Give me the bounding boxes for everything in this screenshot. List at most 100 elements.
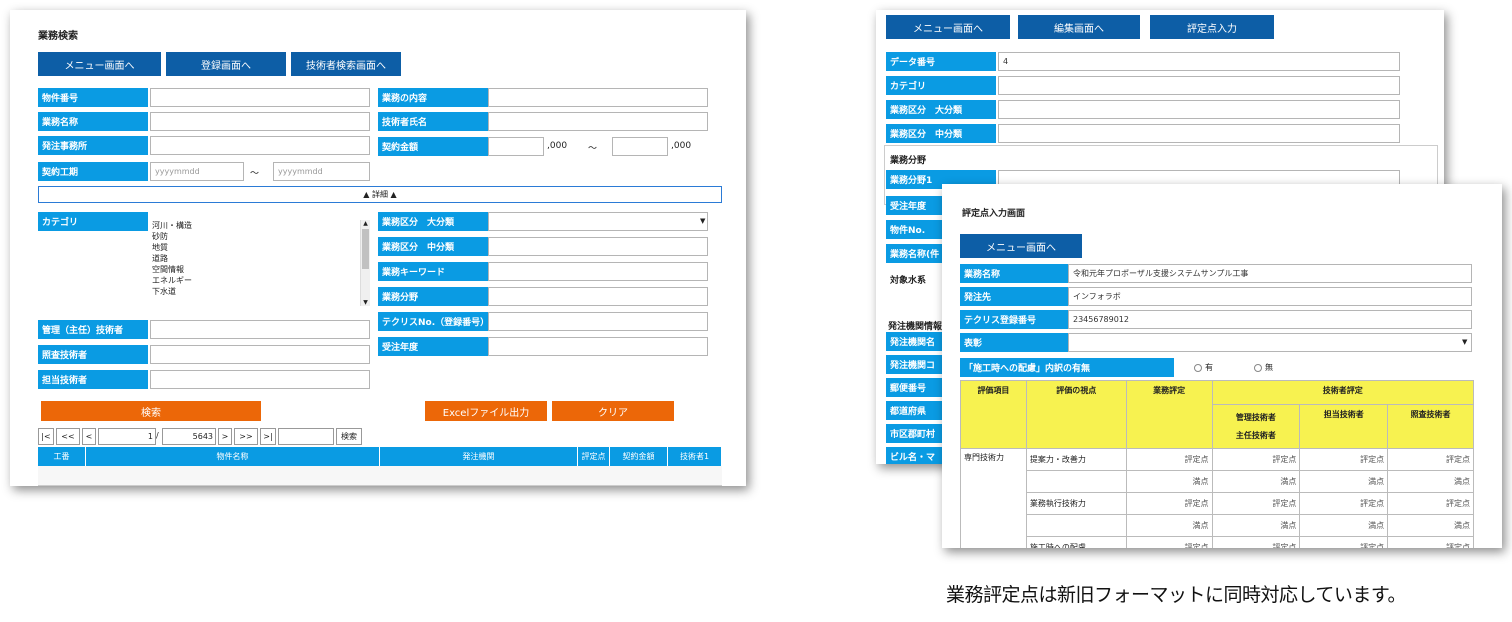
back-field-input[interactable] [998, 100, 1400, 119]
front-field-label: 発注先 [960, 287, 1068, 306]
score-cell[interactable]: 評定点 [1387, 492, 1474, 515]
right-field-input[interactable] [488, 262, 708, 281]
scroll-thumb[interactable] [362, 229, 369, 269]
clear-button[interactable]: クリア [552, 401, 674, 421]
col-ordering-agency[interactable]: 発注機関 [380, 447, 578, 466]
score-cell[interactable]: 満点 [1299, 514, 1389, 537]
th-engineer-eval: 技術者評定 [1211, 380, 1475, 405]
work-name-input[interactable] [150, 112, 370, 131]
right-field-label: 業務キーワード [378, 262, 488, 281]
score-cell[interactable]: 満点 [1125, 470, 1213, 493]
front-field-input[interactable]: 令和元年プロポーザル支援システムサンプル工事 [1068, 264, 1472, 283]
property-number-input[interactable] [150, 88, 370, 107]
detail-toggle[interactable]: ▲ 詳細 ▲ [38, 186, 722, 203]
score-cell[interactable]: 満点 [1211, 514, 1301, 537]
radio-no-icon[interactable] [1254, 363, 1262, 372]
score-cell[interactable]: 評定点 [1125, 492, 1213, 515]
right-field-input[interactable] [488, 212, 708, 231]
col-engineer1[interactable]: 技術者1 [668, 447, 722, 466]
scroll-down-icon[interactable]: ▼ [361, 299, 370, 306]
col-koban[interactable]: 工番 [38, 447, 86, 466]
register-button[interactable]: 登録画面へ [166, 52, 286, 76]
back-field-input[interactable] [998, 76, 1400, 95]
back-field-label: 業務区分 中分類 [886, 124, 996, 143]
edit-button[interactable]: 編集画面へ [1018, 15, 1140, 39]
pager-prev2[interactable]: << [56, 428, 80, 445]
score-cell[interactable]: 評定点 [1299, 492, 1389, 515]
score-cell[interactable]: 評定点 [1387, 448, 1474, 471]
category-option[interactable]: エネルギー [152, 275, 370, 286]
category-option[interactable]: 空間情報 [152, 264, 370, 275]
score-cell[interactable]: 評定点 [1125, 536, 1213, 548]
score-cell[interactable]: 評定点 [1387, 536, 1474, 548]
front-field-input[interactable] [1068, 333, 1472, 352]
category-listbox[interactable]: 河川・構造 砂防 地質 道路 空間情報 エネルギー 下水道 ▲ ▼ [150, 220, 370, 306]
score-cell[interactable]: 評定点 [1299, 448, 1389, 471]
engineer-name-input[interactable] [488, 112, 708, 131]
contract-to-input[interactable]: yyyymmdd [273, 162, 370, 181]
menu-button-3[interactable]: メニュー画面へ [960, 234, 1082, 258]
page-number-input[interactable]: 1 [98, 428, 156, 445]
score-cell[interactable]: 満点 [1211, 470, 1301, 493]
search-button[interactable]: 検索 [41, 401, 261, 421]
score-cell[interactable]: 評定点 [1299, 536, 1389, 548]
amount-from-input[interactable] [488, 137, 544, 156]
pager-next[interactable]: > [218, 428, 232, 445]
table-row: 業務執行技術力 評定点 評定点 評定点 評定点 [961, 492, 1474, 515]
pager-prev[interactable]: < [82, 428, 96, 445]
score-cell[interactable]: 評定点 [1211, 448, 1301, 471]
pager-first[interactable]: |< [38, 428, 54, 445]
engineer-search-button[interactable]: 技術者検索画面へ [291, 52, 401, 76]
score-cell[interactable]: 評定点 [1211, 536, 1301, 548]
category-option[interactable]: 砂防 [152, 231, 370, 242]
menu-button[interactable]: メニュー画面へ [38, 52, 161, 76]
office-input[interactable] [150, 136, 370, 155]
contract-from-input[interactable]: yyyymmdd [150, 162, 244, 181]
col-property-name[interactable]: 物件名称 [86, 447, 380, 466]
category-option[interactable]: 地質 [152, 242, 370, 253]
engineer-input[interactable] [150, 320, 370, 339]
work-content-input[interactable] [488, 88, 708, 107]
pager-search-input[interactable] [278, 428, 334, 445]
menu-button-2[interactable]: メニュー画面へ [886, 15, 1010, 39]
engineer-input[interactable] [150, 345, 370, 364]
category-option[interactable]: 道路 [152, 253, 370, 264]
right-field-input[interactable] [488, 237, 708, 256]
col-contract-amount[interactable]: 契約金額 [610, 447, 668, 466]
front-field-input[interactable]: インフォラボ [1068, 287, 1472, 306]
back-field-input[interactable] [998, 124, 1400, 143]
radio-yes-icon[interactable] [1194, 363, 1202, 372]
score-cell[interactable]: 評定点 [1211, 492, 1301, 515]
radio-no[interactable]: 無 [1254, 362, 1273, 373]
back-field-label: データ番号 [886, 52, 996, 71]
col-score[interactable]: 評定点 [578, 447, 610, 466]
back-field-input[interactable]: 4 [998, 52, 1400, 71]
category-option[interactable]: 河川・構造 [152, 220, 370, 231]
score-cell[interactable]: 満点 [1125, 514, 1213, 537]
score-input-button[interactable]: 評定点入力 [1150, 15, 1274, 39]
category-option[interactable]: 下水道 [152, 286, 370, 297]
right-field-input[interactable] [488, 337, 708, 356]
pager-search-button[interactable]: 検索 [336, 428, 362, 445]
excel-export-button[interactable]: Excelファイル出力 [425, 401, 547, 421]
front-field-input[interactable]: 23456789012 [1068, 310, 1472, 329]
section-water-system: 対象水系 [890, 276, 927, 286]
right-field-input[interactable] [488, 312, 708, 331]
score-cell[interactable]: 満点 [1387, 514, 1474, 537]
score-cell[interactable]: 満点 [1387, 470, 1474, 493]
th-viewpoint: 評価の視点 [1025, 380, 1127, 449]
right-field-input[interactable] [488, 287, 708, 306]
table-row[interactable] [38, 466, 722, 486]
right-field-label: 業務区分 大分類 [378, 212, 488, 231]
scroll-up-icon[interactable]: ▲ [361, 220, 370, 227]
score-cell[interactable]: 満点 [1299, 470, 1389, 493]
category-scrollbar[interactable]: ▲ ▼ [360, 220, 370, 306]
engineer-input[interactable] [150, 370, 370, 389]
radio-yes[interactable]: 有 [1194, 362, 1213, 373]
dropdown-arrow-icon[interactable]: ▼ [700, 217, 705, 225]
dropdown-arrow-icon[interactable]: ▼ [1462, 338, 1467, 346]
amount-to-input[interactable] [612, 137, 668, 156]
score-cell[interactable]: 評定点 [1125, 448, 1213, 471]
pager-next2[interactable]: >> [234, 428, 258, 445]
pager-last[interactable]: >| [260, 428, 276, 445]
